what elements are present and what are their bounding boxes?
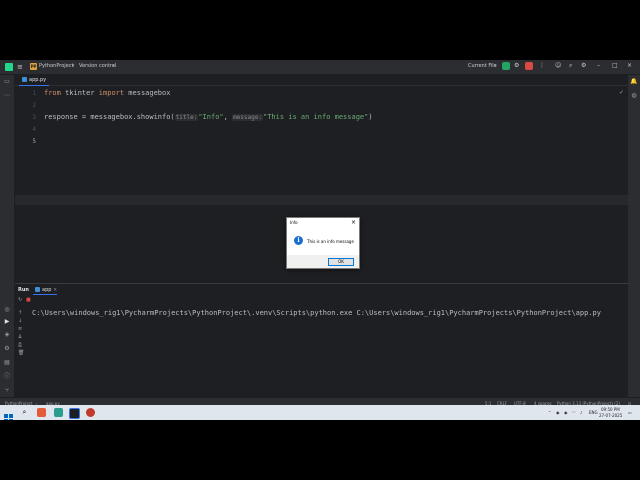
vcs-selector[interactable]: Version control: [79, 63, 116, 69]
left-tool-strip: ▭ ⋯ ◎ ▶ ◈ ⚙ ▤ ⓘ ⑂: [0, 75, 15, 410]
project-tool-icon[interactable]: ▭: [3, 78, 11, 86]
settings-icon[interactable]: ⚙: [581, 62, 586, 69]
dialog-title: Info: [290, 220, 298, 225]
code-line-1[interactable]: from tkinter import messagebox: [44, 89, 170, 97]
problems-tool-icon[interactable]: ⓘ: [3, 373, 11, 381]
run-tab-underline: [33, 294, 57, 295]
database-icon[interactable]: ◍: [630, 92, 638, 100]
info-icon: i: [294, 236, 303, 245]
print-icon[interactable]: ⎙: [18, 342, 24, 348]
run-tab-label: app: [42, 287, 52, 293]
ok-button[interactable]: OK: [328, 258, 354, 266]
volume-icon[interactable]: ♪: [580, 410, 583, 415]
main-menu-icon[interactable]: ≡: [17, 64, 23, 71]
tray-overflow-icon[interactable]: ⌃: [548, 410, 551, 415]
python-packages-icon[interactable]: ⚙: [3, 345, 11, 353]
layers-tool-icon[interactable]: ◈: [3, 331, 11, 339]
taskbar-pycharm-icon[interactable]: [69, 408, 80, 419]
line-number-gutter: 1 2 3 4 5: [15, 86, 42, 276]
run-tool-icon[interactable]: ▶: [3, 318, 11, 326]
run-panel-title: Run: [18, 287, 29, 293]
project-selector[interactable]: PythonProject: [39, 63, 73, 69]
line-number: 3: [32, 114, 36, 121]
editor-tab-label: app.py: [29, 77, 47, 83]
string-literal: "This is an info message": [262, 113, 369, 121]
line-number: 4: [32, 126, 36, 133]
code-text: ): [368, 113, 373, 121]
taskbar-search-icon[interactable]: ⌕: [20, 408, 29, 417]
pycharm-logo-icon: [5, 63, 13, 71]
run-tab-app[interactable]: app: [35, 287, 51, 293]
editor-tab-app-py[interactable]: app.py: [19, 75, 50, 86]
git-tool-icon[interactable]: ⑂: [3, 387, 11, 395]
project-badge[interactable]: PP: [30, 63, 37, 70]
line-number: 2: [32, 102, 36, 109]
more-actions-icon[interactable]: ⋮: [539, 62, 545, 69]
search-icon[interactable]: ⌕: [569, 62, 572, 70]
code-text: response = messagebox.showinfo(: [44, 113, 175, 121]
terminal-tool-icon[interactable]: ▤: [3, 359, 11, 367]
code-line-3[interactable]: response = messagebox.showinfo(title:"In…: [44, 113, 373, 121]
line-number: 1: [32, 90, 36, 97]
run-panel: Run app × ↻ ■ ↑ ↓ ≡ ⇊ ⎙ 🗑 C:\Users\windo…: [15, 283, 628, 411]
import-name: messagebox: [124, 89, 171, 97]
vcs-dropdown-icon[interactable]: ▾: [112, 63, 115, 69]
run-button[interactable]: [502, 62, 510, 70]
scroll-to-end-icon[interactable]: ⇊: [18, 334, 24, 340]
python-file-icon: [35, 287, 40, 292]
project-dropdown-icon[interactable]: ▾: [72, 63, 75, 69]
clear-console-icon[interactable]: 🗑: [18, 350, 24, 356]
inspection-ok-icon[interactable]: ✓: [619, 89, 624, 96]
right-tool-strip: 🔔 ◍: [627, 75, 640, 410]
taskbar-app-icon[interactable]: [37, 408, 46, 417]
tray-app-icon[interactable]: ◉: [564, 410, 568, 415]
info-messagebox: Info × i This is an info message OK: [286, 217, 360, 269]
close-window-icon[interactable]: ×: [627, 62, 632, 69]
windows-start-icon[interactable]: [4, 408, 13, 420]
dialog-title-bar: Info ×: [287, 218, 359, 227]
maximize-icon[interactable]: □: [612, 62, 618, 69]
minimize-icon[interactable]: –: [597, 62, 600, 69]
structure-tool-icon[interactable]: ⋯: [3, 92, 11, 100]
param-hint-title: title:: [174, 114, 199, 121]
dialog-close-icon[interactable]: ×: [351, 219, 356, 226]
screen: ≡ PP PythonProject ▾ Version control ▾ C…: [0, 60, 640, 420]
rerun-icon[interactable]: ↻: [18, 297, 24, 303]
stop-button[interactable]: [525, 62, 533, 70]
scroll-up-icon[interactable]: ↑: [18, 310, 24, 316]
keyword: from: [44, 89, 61, 97]
python-file-icon: [22, 77, 27, 82]
notifications-icon[interactable]: 🔔: [630, 78, 638, 86]
clock-date[interactable]: 27-07-2025: [599, 413, 622, 418]
language-indicator[interactable]: ENG: [589, 410, 598, 415]
wifi-icon[interactable]: ◠: [572, 410, 576, 415]
taskbar-edge-icon[interactable]: [54, 408, 63, 417]
account-icon[interactable]: ☺: [555, 62, 561, 69]
plugins-tool-icon[interactable]: ◎: [3, 306, 11, 314]
module-name: tkinter: [60, 89, 99, 97]
run-config-selector[interactable]: Current File: [468, 63, 497, 69]
debug-icon[interactable]: ⚙: [514, 62, 519, 69]
run-tab-close-icon[interactable]: ×: [53, 287, 57, 293]
soft-wrap-icon[interactable]: ≡: [18, 326, 24, 332]
title-bar: ≡ PP PythonProject ▾ Version control ▾ C…: [0, 60, 640, 75]
taskbar-recorder-icon[interactable]: [86, 408, 95, 417]
param-hint-message: message:: [232, 114, 263, 121]
tray-app-icon[interactable]: ◉: [556, 410, 560, 415]
code-text: ,: [223, 113, 233, 121]
console-output[interactable]: C:\Users\windows_rig1\PycharmProjects\Py…: [32, 309, 601, 317]
line-number: 5: [32, 138, 36, 145]
editor-tab-bar: app.py: [15, 75, 628, 86]
run-config-dropdown-icon[interactable]: ▾: [494, 63, 497, 69]
stop-run-icon[interactable]: ■: [26, 297, 32, 303]
scroll-down-icon[interactable]: ↓: [18, 318, 24, 324]
string-literal: "Info": [198, 113, 224, 121]
dialog-message: This is an info message: [307, 239, 354, 244]
windows-taskbar: ⌕ ⌃ ◉ ◉ ◠ ♪ ENG 09:50 PM 27-07-2025 ▭: [0, 405, 640, 420]
clock-time[interactable]: 09:50 PM: [601, 407, 620, 412]
keyword: import: [98, 89, 125, 97]
notification-center-icon[interactable]: ▭: [628, 410, 632, 415]
